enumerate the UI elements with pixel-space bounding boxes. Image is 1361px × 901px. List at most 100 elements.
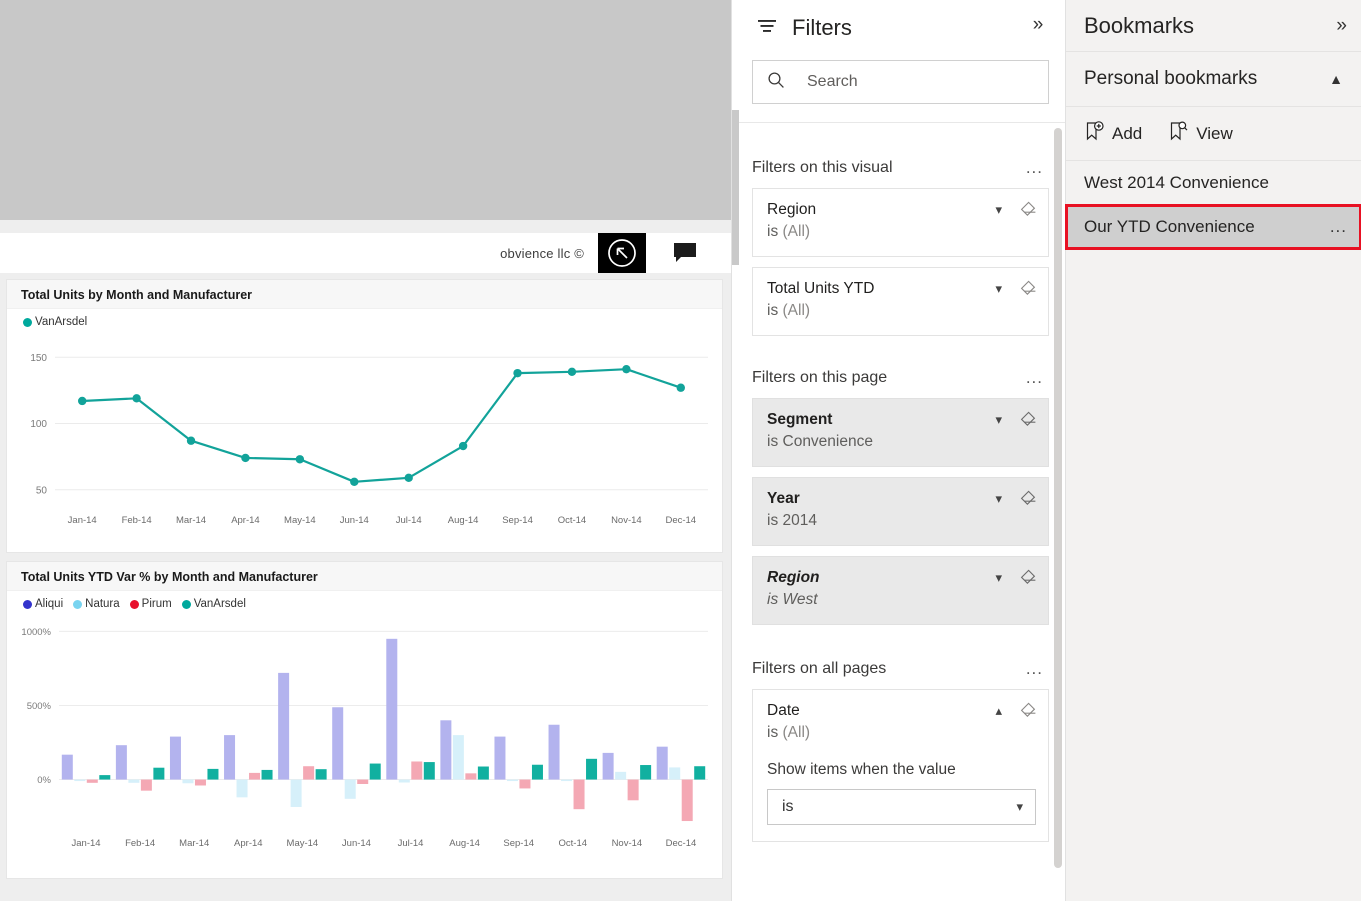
comment-bubble-icon[interactable] — [661, 233, 709, 273]
filter-card-region-visual[interactable]: Region is (All) ▾ — [752, 188, 1049, 257]
filter-icon — [756, 16, 778, 41]
eraser-icon[interactable] — [1018, 567, 1038, 589]
bookmarks-pane-title: Bookmarks — [1084, 13, 1194, 39]
svg-text:0%: 0% — [37, 775, 51, 786]
svg-text:Feb-14: Feb-14 — [122, 515, 152, 526]
legend-item[interactable]: Aliqui — [23, 598, 63, 610]
filters-pane-header: Filters » — [732, 0, 1065, 56]
filter-card-total-units-ytd-visual[interactable]: Total Units YTD is (All) ▾ — [752, 267, 1049, 336]
bookmark-add-icon — [1084, 121, 1105, 147]
svg-text:Jul-14: Jul-14 — [396, 515, 422, 526]
legend-label: Natura — [85, 598, 120, 610]
filter-condition-value: is — [782, 798, 794, 816]
filter-card-icons: ▾ — [995, 199, 1038, 221]
svg-text:Apr-14: Apr-14 — [234, 838, 263, 849]
eraser-icon[interactable] — [1018, 700, 1038, 722]
filter-card-icons: ▾ — [995, 409, 1038, 431]
search-input[interactable] — [805, 72, 1038, 92]
eraser-icon[interactable] — [1018, 199, 1038, 221]
svg-text:Nov-14: Nov-14 — [611, 515, 642, 526]
line-chart-legend: VanArsdel — [7, 309, 722, 330]
bookmark-item-our-ytd-convenience[interactable]: Our YTD Convenience ... — [1066, 205, 1361, 249]
chevron-up-icon[interactable]: ▲ — [1329, 71, 1343, 87]
svg-text:Sep-14: Sep-14 — [503, 838, 534, 849]
svg-text:Aug-14: Aug-14 — [448, 515, 479, 526]
filter-card-year[interactable]: Year is 2014 ▾ — [752, 477, 1049, 546]
chevron-down-icon[interactable]: ▾ — [995, 570, 1002, 586]
visual-title: Total Units YTD Var % by Month and Manuf… — [7, 562, 722, 591]
filters-scroll-region: Filters on this visual ... Region is (Al… — [732, 130, 1065, 901]
visual-total-units-by-month[interactable]: Total Units by Month and Manufacturer Va… — [6, 279, 723, 553]
section-more-icon[interactable]: ... — [1020, 368, 1049, 388]
legend-item[interactable]: Pirum — [130, 598, 172, 610]
chevron-down-icon[interactable]: ▾ — [1016, 799, 1023, 815]
bookmarks-actions-toolbar: Add View — [1066, 107, 1361, 161]
eraser-icon[interactable] — [1018, 278, 1038, 300]
search-icon — [767, 71, 785, 94]
add-bookmark-button[interactable]: Add — [1084, 121, 1142, 147]
section-header-filters-on-this-visual: Filters on this visual ... — [752, 158, 1049, 178]
svg-text:500%: 500% — [27, 701, 52, 712]
svg-text:Feb-14: Feb-14 — [125, 838, 155, 849]
chevron-double-right-icon[interactable]: » — [1336, 15, 1347, 37]
filters-search-row — [732, 56, 1065, 122]
svg-text:Dec-14: Dec-14 — [665, 515, 696, 526]
chevron-down-icon[interactable]: ▾ — [995, 202, 1002, 218]
filter-value: is West — [767, 589, 1036, 611]
svg-text:Jun-14: Jun-14 — [340, 515, 369, 526]
bookmark-more-icon[interactable]: ... — [1330, 217, 1347, 237]
filter-value: is 2014 — [767, 510, 1036, 532]
filter-card-segment[interactable]: Segment is Convenience ▾ — [752, 398, 1049, 467]
bookmark-item-west-2014-convenience[interactable]: West 2014 Convenience — [1066, 161, 1361, 205]
svg-text:Sep-14: Sep-14 — [502, 515, 533, 526]
legend-item[interactable]: VanArsdel — [182, 598, 246, 610]
filter-card-icons: ▾ — [995, 567, 1038, 589]
brand-text: obvience llc © — [500, 246, 584, 261]
filter-condition-select[interactable]: is ▾ — [767, 789, 1036, 825]
svg-text:Jun-14: Jun-14 — [342, 838, 371, 849]
filter-value: is (All) — [767, 300, 1036, 322]
legend-label: VanArsdel — [35, 316, 87, 328]
filter-card-region-page[interactable]: Region is West ▾ — [752, 556, 1049, 625]
chevron-down-icon[interactable]: ▾ — [995, 281, 1002, 297]
chevron-down-icon[interactable]: ▾ — [995, 412, 1002, 428]
divider — [732, 122, 1065, 123]
svg-text:Jan-14: Jan-14 — [68, 515, 97, 526]
legend-label: VanArsdel — [194, 598, 246, 610]
chevron-down-icon[interactable]: ▾ — [995, 491, 1002, 507]
report-header-band — [0, 220, 731, 233]
section-more-icon[interactable]: ... — [1020, 158, 1049, 178]
legend-item[interactable]: Natura — [73, 598, 120, 610]
report-canvas: Total Units by Month and Manufacturer Va… — [0, 273, 731, 901]
svg-text:Nov-14: Nov-14 — [612, 838, 643, 849]
svg-text:Dec-14: Dec-14 — [666, 838, 697, 849]
svg-text:May-14: May-14 — [287, 838, 319, 849]
arrow-circle-logo-icon — [598, 233, 646, 273]
chevron-double-right-icon[interactable]: » — [1025, 12, 1051, 38]
bookmarks-pane-header: Bookmarks » — [1066, 0, 1361, 52]
svg-text:1000%: 1000% — [21, 627, 51, 638]
report-area: obvience llc © Total Units by Month and … — [0, 0, 731, 901]
section-more-icon[interactable]: ... — [1020, 659, 1049, 679]
visual-total-units-ytd-var[interactable]: Total Units YTD Var % by Month and Manuf… — [6, 561, 723, 879]
filters-pane-scrollbar[interactable] — [1054, 128, 1062, 868]
section-header-filters-on-this-page: Filters on this page ... — [752, 368, 1049, 388]
filters-search-box[interactable] — [752, 60, 1049, 104]
legend-color-swatch — [23, 318, 32, 327]
personal-bookmarks-section-header[interactable]: Personal bookmarks ▲ — [1066, 52, 1361, 107]
bar-chart-legend: Aliqui Natura Pirum VanArsdel — [7, 591, 722, 612]
filter-card-icons: ▾ — [995, 278, 1038, 300]
svg-text:May-14: May-14 — [284, 515, 316, 526]
legend-item[interactable]: VanArsdel — [23, 316, 87, 328]
add-bookmark-label: Add — [1112, 124, 1142, 144]
eraser-icon[interactable] — [1018, 409, 1038, 431]
chevron-up-icon[interactable]: ▴ — [995, 703, 1002, 719]
eraser-icon[interactable] — [1018, 488, 1038, 510]
filter-card-icons: ▾ — [995, 488, 1038, 510]
view-bookmark-button[interactable]: View — [1168, 121, 1233, 147]
bookmark-label: Our YTD Convenience — [1084, 217, 1255, 237]
filter-value: is Convenience — [767, 431, 1036, 453]
svg-text:Aug-14: Aug-14 — [449, 838, 480, 849]
svg-text:Jan-14: Jan-14 — [72, 838, 101, 849]
filter-card-date[interactable]: Date is (All) ▴ Show items when the valu… — [752, 689, 1049, 842]
